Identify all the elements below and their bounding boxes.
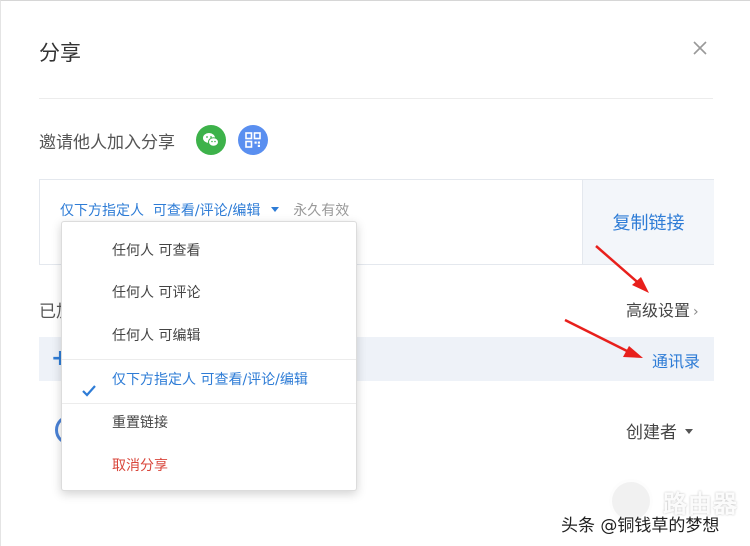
header-divider: [39, 98, 713, 99]
link-audience[interactable]: 仅下方指定人: [60, 203, 144, 219]
caret-down-icon: [685, 428, 693, 434]
link-permission[interactable]: 可查看/评论/编辑: [153, 203, 260, 219]
permission-dropdown: 任何人 可查看 任何人 可评论 任何人 可编辑 仅下方指定人 可查看/评论/编辑…: [61, 221, 357, 491]
dropdown-item-label: 重置链接: [112, 415, 168, 431]
dropdown-item-label: 任何人 可查看: [112, 243, 201, 259]
dropdown-item[interactable]: 任何人 可查看: [62, 231, 356, 271]
dropdown-item[interactable]: 任何人 可编辑: [62, 316, 356, 356]
caret-down-icon[interactable]: [270, 206, 279, 212]
close-icon[interactable]: [689, 37, 711, 59]
dropdown-item[interactable]: 任何人 可评论: [62, 273, 356, 313]
reset-link-item[interactable]: 重置链接: [62, 403, 356, 443]
wechat-icon[interactable]: [196, 125, 226, 155]
link-validity[interactable]: 永久有效: [293, 203, 349, 219]
member-role-selector[interactable]: 创建者: [626, 418, 693, 443]
watermark-caption: 头条 @铜钱草的梦想: [561, 516, 720, 536]
qr-code-icon[interactable]: [238, 125, 268, 155]
dropdown-item-label: 任何人 可编辑: [112, 328, 201, 344]
contacts-button[interactable]: 通讯录: [652, 348, 700, 372]
member-role: 创建者: [626, 423, 677, 443]
dropdown-item-selected[interactable]: 仅下方指定人 可查看/评论/编辑: [62, 360, 356, 400]
invite-label: 邀请他人加入分享: [39, 133, 175, 153]
chevron-right-icon: ›: [693, 304, 699, 320]
dialog-title: 分享: [39, 41, 81, 65]
dropdown-item-label: 仅下方指定人 可查看/评论/编辑: [112, 372, 308, 388]
share-dialog: 分享 邀请他人加入分享 仅下方指定人 可查看/评论/编辑 永久有效 复制链接 已…: [0, 0, 750, 546]
annotation-arrow: [564, 318, 643, 358]
dropdown-item-label: 任何人 可评论: [112, 285, 201, 301]
annotation-arrow: [595, 245, 649, 293]
dropdown-item-label: 取消分享: [112, 458, 168, 474]
cancel-share-item[interactable]: 取消分享: [62, 446, 356, 486]
link-permission-config: 仅下方指定人 可查看/评论/编辑 永久有效: [60, 200, 349, 220]
